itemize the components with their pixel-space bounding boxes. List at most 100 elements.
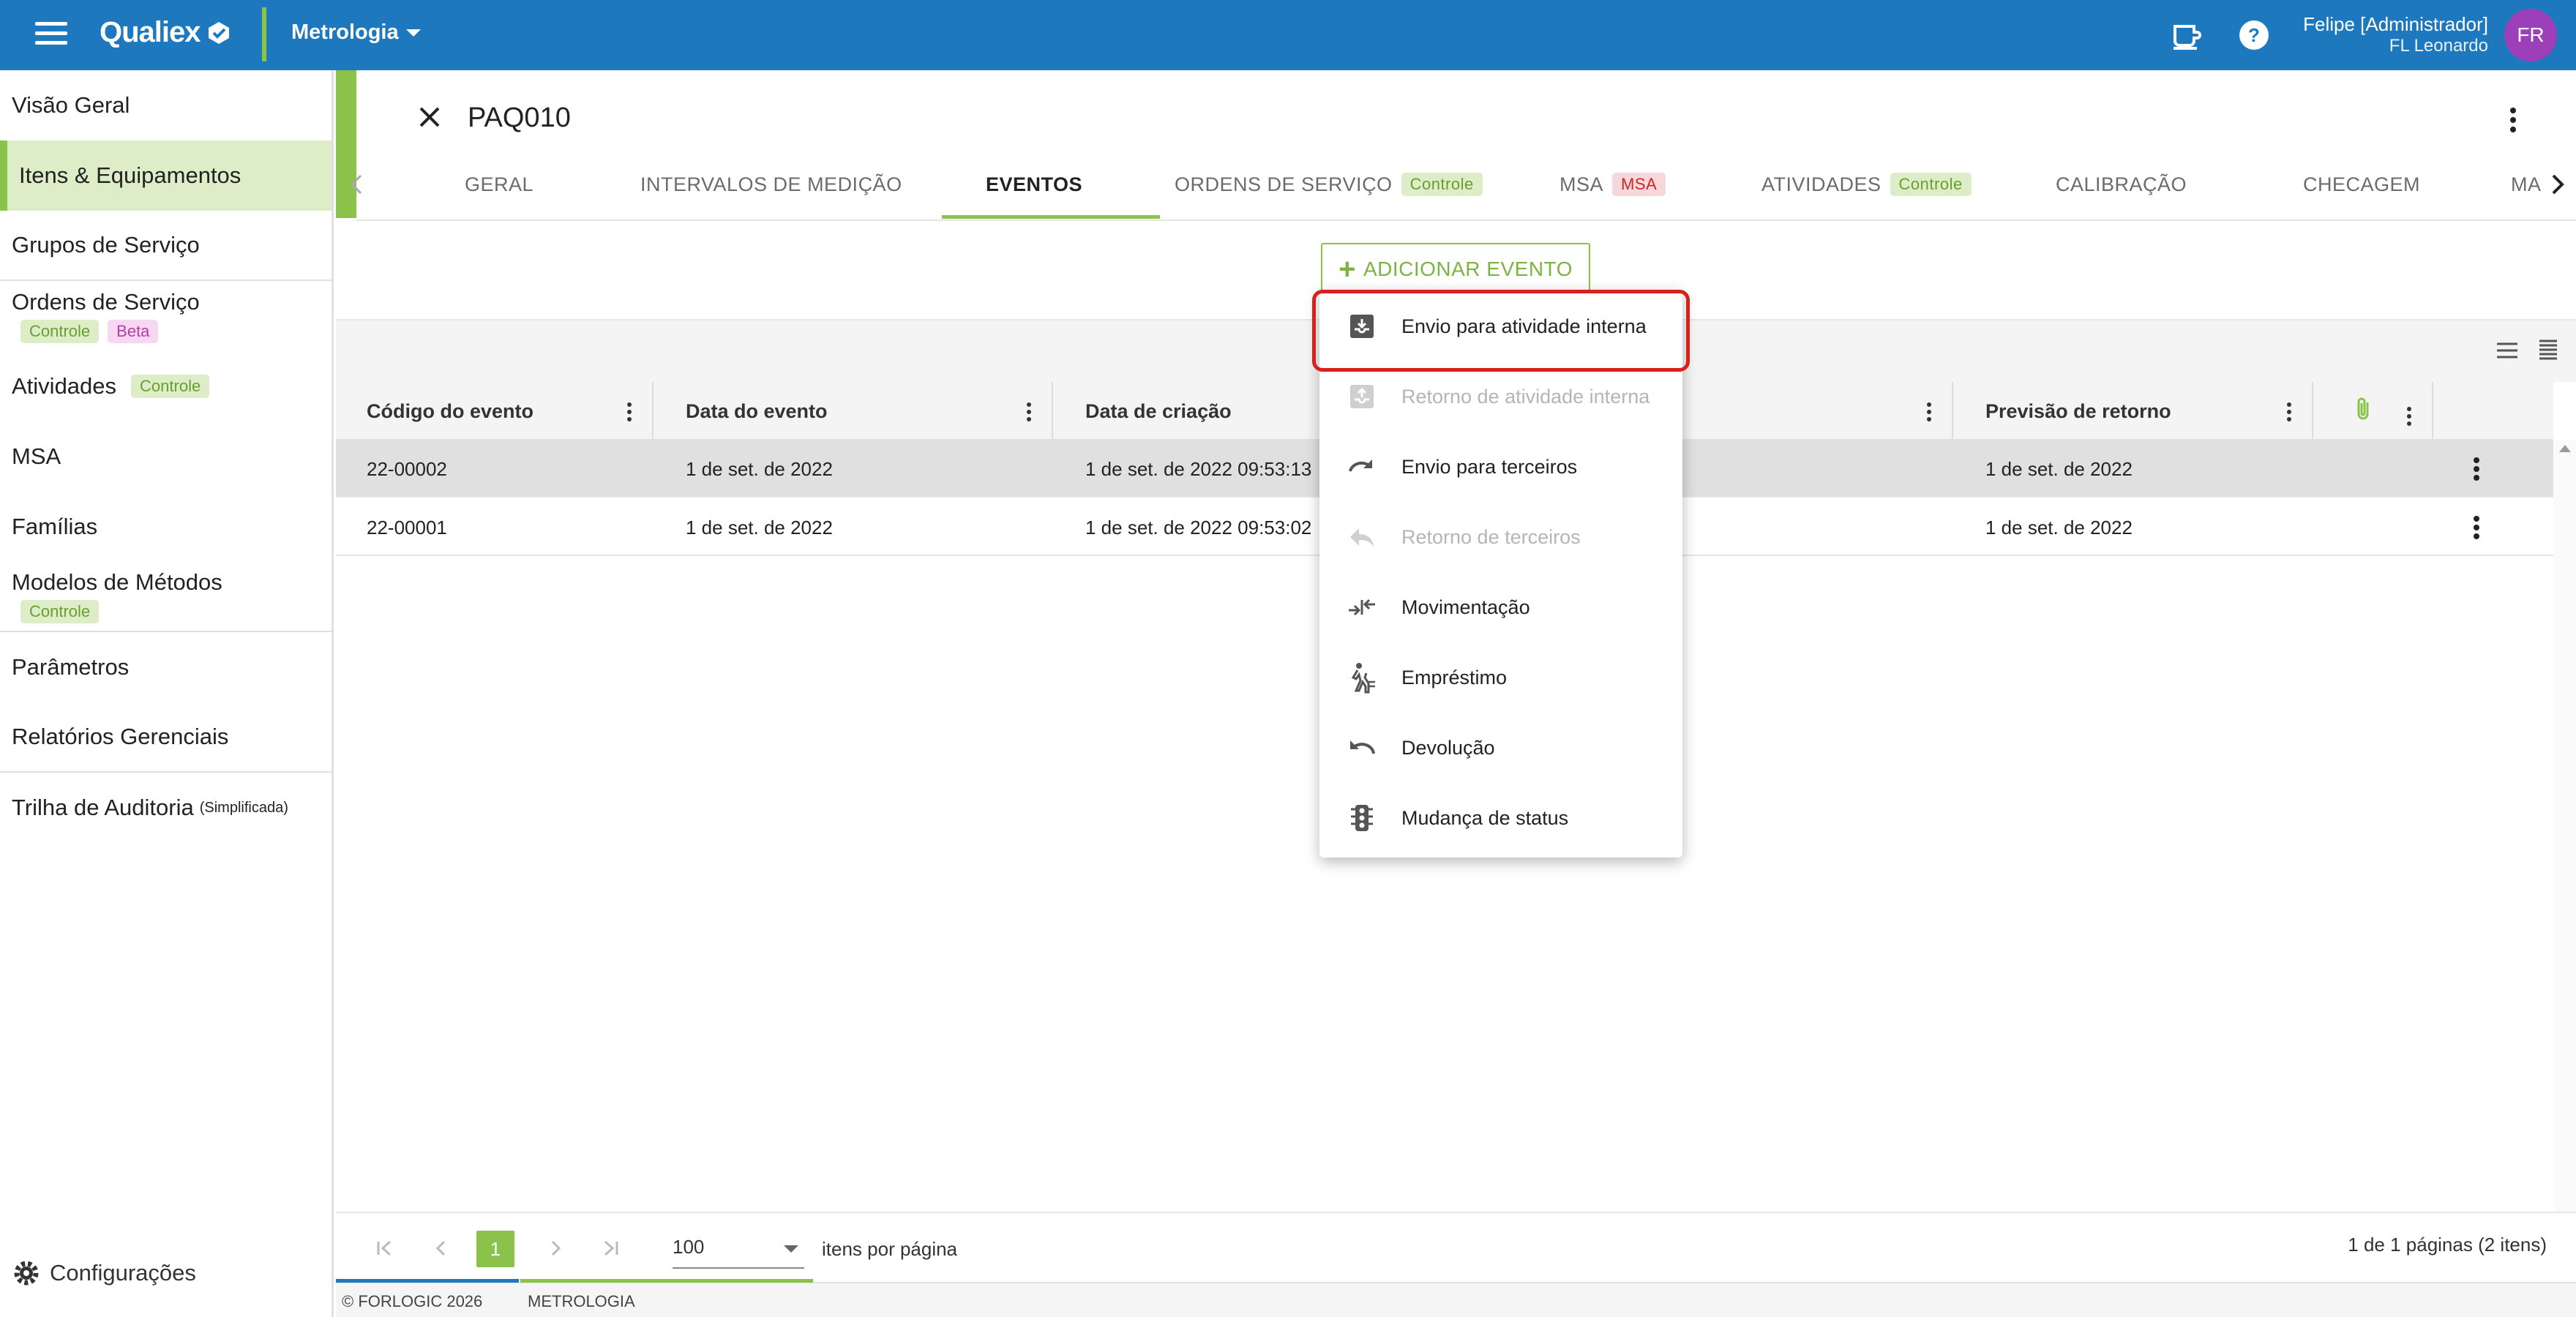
- scroll-up-icon[interactable]: [2558, 443, 2572, 454]
- column-menu-icon[interactable]: [2285, 401, 2293, 423]
- highlight-annotation: [1312, 290, 1690, 372]
- tab-msa[interactable]: MSA MSA: [1560, 149, 1666, 220]
- sidebar-item-label: MSA: [12, 443, 61, 469]
- column-divider: [1952, 382, 1953, 440]
- tab-ordens-servico[interactable]: ORDENS DE SERVIÇO Controle: [1175, 149, 1483, 220]
- row-menu-icon[interactable]: [2473, 515, 2480, 540]
- person-walking-icon: [1351, 663, 1375, 694]
- controle-badge: Controle: [1401, 173, 1483, 196]
- tab-label: GERAL: [465, 173, 534, 195]
- tab-label: ATIVIDADES: [1761, 173, 1882, 195]
- sidebar-item-ordens-servico[interactable]: Ordens de Serviço Controle Beta: [0, 281, 332, 351]
- tab-geral[interactable]: GERAL: [465, 149, 533, 220]
- user-company: FL Leonardo: [2389, 36, 2488, 56]
- sidebar-item-msa[interactable]: MSA: [0, 421, 332, 492]
- sidebar-item-parametros[interactable]: Parâmetros: [0, 632, 332, 702]
- menu-item-retorno-terceiros: Retorno de terceiros: [1319, 502, 1682, 572]
- cell-previsao: 1 de set. de 2022: [1985, 516, 2133, 539]
- sidebar-item-label: Parâmetros: [12, 654, 130, 680]
- close-icon[interactable]: [416, 104, 443, 130]
- page-size-label: itens por página: [822, 1238, 958, 1260]
- next-page-icon[interactable]: [542, 1235, 569, 1261]
- compact-view-icon[interactable]: [2535, 338, 2561, 363]
- coffee-cup-icon[interactable]: [2168, 18, 2203, 53]
- column-header-data-criacao[interactable]: Data de criação: [1085, 382, 1232, 440]
- tab-bar: GERAL INTERVALOS DE MEDIÇÃO EVENTOS ORDE…: [350, 149, 2576, 221]
- vertical-scrollbar[interactable]: [2554, 440, 2576, 1282]
- current-page-button[interactable]: 1: [476, 1231, 514, 1267]
- more-vert-icon[interactable]: [2509, 107, 2517, 133]
- menu-item-movimentacao[interactable]: Movimentação: [1319, 572, 1682, 642]
- tab-calibracao[interactable]: CALIBRAÇÃO: [2056, 149, 2187, 220]
- sidebar-item-relatorios[interactable]: Relatórios Gerenciais: [0, 702, 332, 773]
- cell-codigo: 22-00002: [367, 457, 447, 480]
- column-menu-icon[interactable]: [2405, 405, 2413, 427]
- tab-intervalos[interactable]: INTERVALOS DE MEDIÇÃO: [640, 149, 902, 220]
- chevron-down-icon: [405, 29, 421, 37]
- sidebar-item-label: Itens & Equipamentos: [19, 162, 242, 188]
- msa-badge: MSA: [1612, 173, 1666, 196]
- tab-eventos[interactable]: EVENTOS: [986, 149, 1082, 220]
- menu-item-label: Mudança de status: [1401, 806, 1569, 829]
- tab-label: MSA: [1560, 173, 1604, 195]
- user-info[interactable]: Felipe [Administrador] FL Leonardo: [2303, 13, 2488, 57]
- add-event-button[interactable]: + ADICIONAR EVENTO: [1321, 243, 1590, 296]
- column-header-previsao[interactable]: Previsão de retorno: [1985, 382, 2171, 440]
- controle-badge: Controle: [131, 375, 210, 398]
- sidebar-item-label: Ordens de Serviço: [12, 289, 200, 315]
- tab-checagem[interactable]: CHECAGEM: [2303, 149, 2420, 220]
- module-name: Metrologia: [291, 20, 399, 44]
- menu-item-mudanca-status[interactable]: Mudança de status: [1319, 783, 1682, 853]
- user-name: Felipe [Administrador]: [2303, 13, 2488, 35]
- sidebar-item-label: Famílias: [12, 514, 98, 539]
- prev-page-icon[interactable]: [428, 1235, 454, 1261]
- attachment-icon[interactable]: [2356, 397, 2373, 423]
- chevron-right-icon[interactable]: [2542, 168, 2574, 200]
- row-menu-icon[interactable]: [2473, 457, 2480, 481]
- menu-item-envio-terceiros[interactable]: Envio para terceiros: [1319, 432, 1682, 502]
- menu-item-retorno-atividade-interna: Retorno de atividade interna: [1319, 361, 1682, 432]
- svg-text:?: ?: [2248, 24, 2260, 46]
- undo-icon: [1350, 740, 1375, 754]
- last-page-icon[interactable]: [598, 1235, 624, 1261]
- cell-data-evento: 1 de set. de 2022: [686, 516, 833, 539]
- avatar[interactable]: FR: [2504, 9, 2557, 61]
- column-divider: [1052, 382, 1053, 440]
- column-header-data-evento[interactable]: Data do evento: [686, 382, 828, 440]
- help-icon[interactable]: ?: [2236, 18, 2272, 53]
- page-info: 1 de 1 páginas (2 itens): [2348, 1234, 2547, 1256]
- sidebar-item-modelos-metodos[interactable]: Modelos de Métodos Controle: [0, 562, 332, 632]
- configuracoes-link[interactable]: Configurações: [12, 1258, 196, 1288]
- list-view-icon[interactable]: [2494, 338, 2520, 363]
- sidebar-item-label: Visão Geral: [12, 92, 130, 118]
- page-size-select[interactable]: 100: [673, 1226, 804, 1269]
- menu-item-label: Movimentação: [1401, 596, 1530, 618]
- app-logo[interactable]: Qualiex: [100, 16, 231, 49]
- redo-icon: [1349, 459, 1372, 472]
- sidebar-item-trilha-auditoria[interactable]: Trilha de Auditoria (Simplificada): [0, 773, 332, 843]
- first-page-icon[interactable]: [371, 1235, 397, 1261]
- sidebar-item-familias[interactable]: Famílias: [0, 492, 332, 562]
- sidebar-item-label: Atividades: [12, 373, 117, 399]
- sidebar-item-itens-equipamentos[interactable]: Itens & Equipamentos: [0, 140, 332, 211]
- sidebar-item-label: Trilha de Auditoria: [12, 795, 194, 820]
- sidebar-item-grupos-servico[interactable]: Grupos de Serviço: [0, 211, 332, 281]
- column-menu-icon[interactable]: [626, 401, 633, 423]
- footer-accent-blue: [336, 1279, 519, 1283]
- active-tab-indicator: [942, 215, 1160, 219]
- column-menu-icon[interactable]: [1025, 401, 1033, 423]
- tab-atividades[interactable]: ATIVIDADES Controle: [1761, 149, 1972, 220]
- menu-item-devolucao[interactable]: Devolução: [1319, 713, 1682, 783]
- menu-item-emprestimo[interactable]: Empréstimo: [1319, 642, 1682, 713]
- module-selector[interactable]: Metrologia: [291, 20, 421, 45]
- menu-icon[interactable]: [35, 22, 67, 48]
- column-header-codigo[interactable]: Código do evento: [367, 382, 533, 440]
- sidebar-item-atividades[interactable]: Atividades Controle: [0, 351, 332, 421]
- controle-badge: Controle: [1890, 173, 1972, 196]
- tab-label: CALIBRAÇÃO: [2056, 173, 2187, 195]
- beta-badge: Beta: [108, 320, 159, 343]
- chevron-left-icon[interactable]: [342, 168, 374, 200]
- column-menu-icon[interactable]: [1925, 401, 1933, 423]
- menu-item-label: Envio para terceiros: [1401, 455, 1578, 478]
- sidebar-item-visao-geral[interactable]: Visão Geral: [0, 70, 332, 140]
